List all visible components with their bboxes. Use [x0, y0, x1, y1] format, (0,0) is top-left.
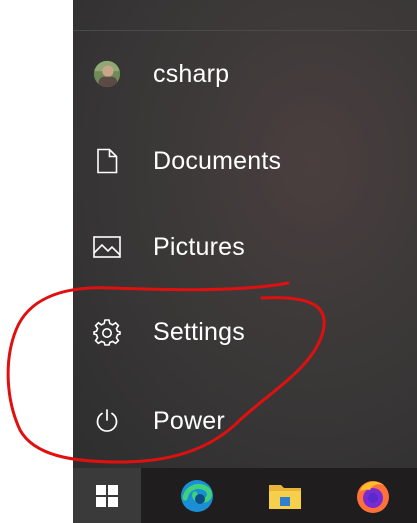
windows-start-button[interactable]: [73, 468, 141, 523]
file-explorer-taskbar-button[interactable]: [255, 468, 315, 523]
power-icon: [93, 407, 121, 435]
firefox-icon: [357, 480, 389, 513]
documents-label: Documents: [153, 146, 282, 175]
file-explorer-icon: [269, 484, 301, 509]
start-menu-left-pane: csharp Documents Pictures Settings Power: [73, 0, 417, 468]
power-item[interactable]: Power: [73, 391, 417, 451]
documents-item[interactable]: Documents: [73, 131, 417, 191]
picture-icon: [93, 233, 121, 261]
divider: [73, 30, 417, 31]
edge-taskbar-button[interactable]: [167, 468, 227, 523]
pictures-label: Pictures: [153, 232, 245, 261]
edge-icon: [181, 479, 213, 512]
windows-start-icon: [96, 484, 118, 507]
settings-label: Settings: [153, 317, 245, 346]
user-name-label: csharp: [153, 59, 230, 88]
power-label: Power: [153, 406, 225, 435]
user-account-item[interactable]: csharp: [73, 44, 417, 104]
pictures-item[interactable]: Pictures: [73, 217, 417, 277]
document-icon: [93, 147, 121, 175]
firefox-taskbar-button[interactable]: [343, 468, 403, 523]
avatar: [93, 60, 121, 88]
taskbar: [73, 468, 417, 523]
gear-icon: [93, 318, 121, 346]
settings-item[interactable]: Settings: [73, 302, 417, 362]
